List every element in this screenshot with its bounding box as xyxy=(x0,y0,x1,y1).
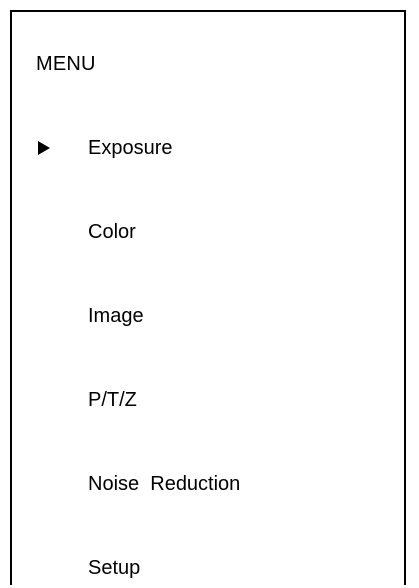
menu-item-color[interactable]: Color xyxy=(34,212,384,252)
menu-item-ptz[interactable]: P/T/Z xyxy=(34,380,384,420)
osd-menu-panel: MENU Exposure Color Image P/T/Z Noise Re… xyxy=(10,10,406,585)
menu-item-noise-reduction[interactable]: Noise Reduction xyxy=(34,464,384,504)
menu-item-label: Color xyxy=(88,221,136,243)
menu-item-image[interactable]: Image xyxy=(34,296,384,336)
menu-item-setup[interactable]: Setup xyxy=(34,548,384,588)
menu-item-label: Exposure xyxy=(88,137,173,159)
menu-title: MENU xyxy=(36,53,96,75)
menu-item-label: Image xyxy=(88,305,144,327)
menu-item-exposure[interactable]: Exposure xyxy=(34,128,384,168)
menu-item-label: Noise Reduction xyxy=(88,473,241,495)
menu-item-label: Setup xyxy=(88,557,141,579)
menu-item-label: P/T/Z xyxy=(88,389,137,411)
selection-cursor-icon xyxy=(38,141,50,155)
